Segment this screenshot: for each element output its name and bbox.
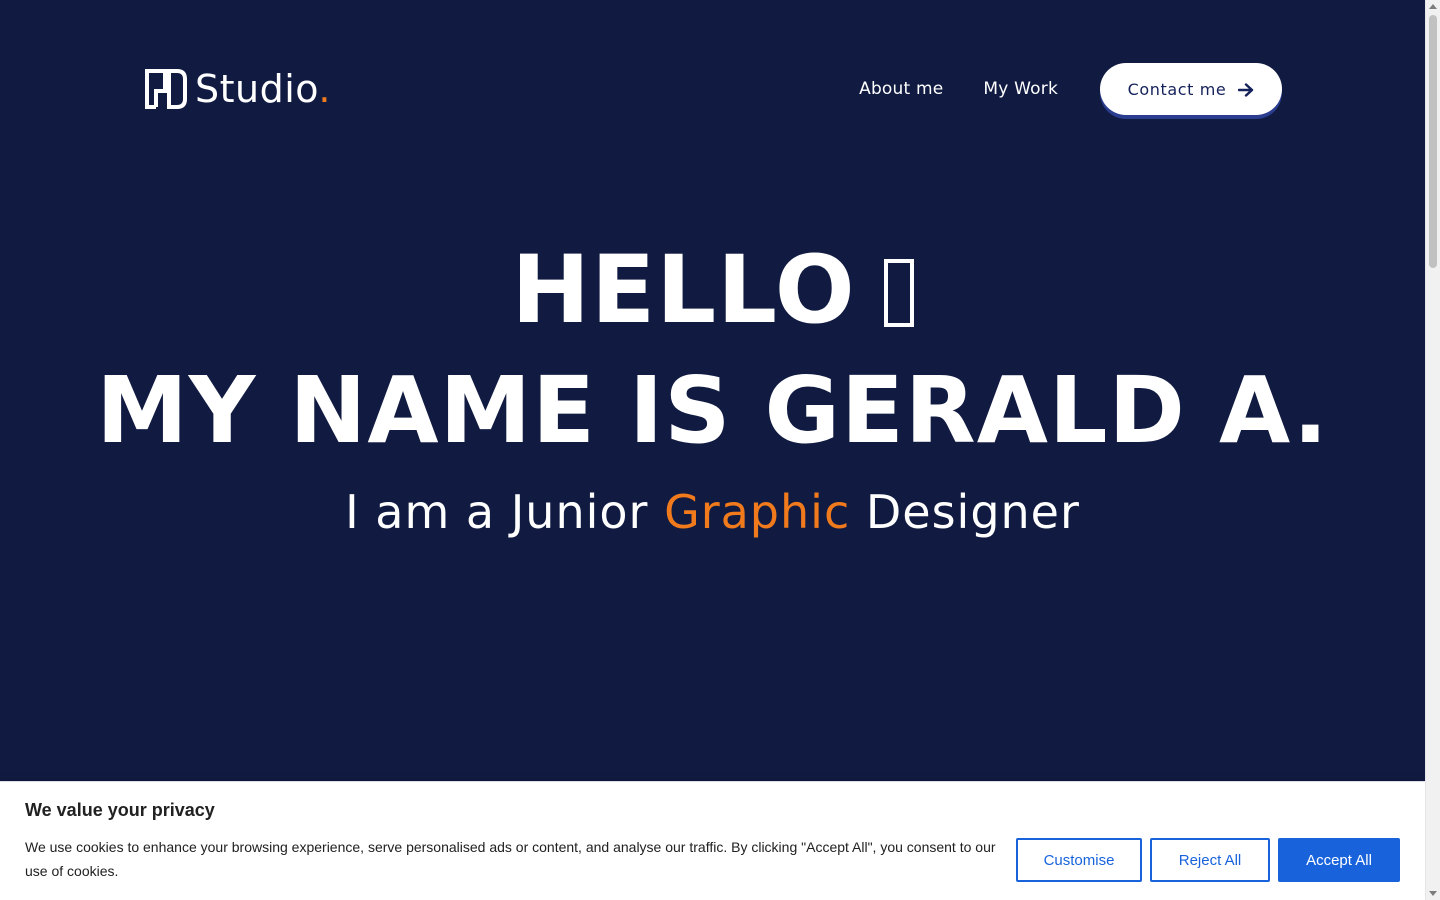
main-nav: About me My Work Contact me xyxy=(859,63,1282,115)
contact-me-button[interactable]: Contact me xyxy=(1100,63,1282,115)
accept-all-button[interactable]: Accept All xyxy=(1278,838,1400,882)
waving-hand-icon xyxy=(883,259,914,327)
vertical-scrollbar[interactable] xyxy=(1425,0,1440,900)
hero-name: MY NAME IS GERALD A. xyxy=(96,357,1329,464)
nav-about-me[interactable]: About me xyxy=(859,79,943,99)
logo-link[interactable]: Studio. xyxy=(143,67,331,111)
brand-name-text: Studio xyxy=(195,67,319,111)
arrow-right-icon xyxy=(1238,82,1254,97)
site-header: Studio. About me My Work Contact me xyxy=(143,60,1282,118)
cookie-text: We use cookies to enhance your browsing … xyxy=(25,839,996,879)
viewport: Studio. About me My Work Contact me HELL… xyxy=(0,0,1425,900)
tagline-accent: Graphic xyxy=(664,485,851,539)
hero-greeting: HELLO xyxy=(0,232,1425,350)
brand-dot: . xyxy=(318,67,331,111)
studio-logo-icon xyxy=(143,67,189,111)
cookie-actions: Customise Reject All Accept All xyxy=(1016,838,1400,882)
hero-tagline: I am a Junior Graphic Designer xyxy=(0,478,1425,546)
scroll-down-icon[interactable] xyxy=(1429,891,1437,896)
cookie-banner: We value your privacy We use cookies to … xyxy=(0,781,1425,900)
customise-button[interactable]: Customise xyxy=(1016,838,1142,882)
brand-name: Studio. xyxy=(195,70,331,108)
contact-me-label: Contact me xyxy=(1127,79,1227,99)
cookie-title: We value your privacy xyxy=(25,800,215,820)
tagline-prefix: I am a Junior xyxy=(345,485,665,539)
reject-all-button[interactable]: Reject All xyxy=(1150,838,1270,882)
scroll-up-icon[interactable] xyxy=(1429,4,1437,9)
page: Studio. About me My Work Contact me HELL… xyxy=(0,0,1440,900)
hero-hello-text: HELLO xyxy=(511,236,856,345)
nav-my-work[interactable]: My Work xyxy=(983,79,1058,99)
tagline-suffix: Designer xyxy=(850,485,1080,539)
hero: HELLO MY NAME IS GERALD A. I am a Junior… xyxy=(0,232,1425,546)
scrollbar-thumb[interactable] xyxy=(1429,15,1437,268)
